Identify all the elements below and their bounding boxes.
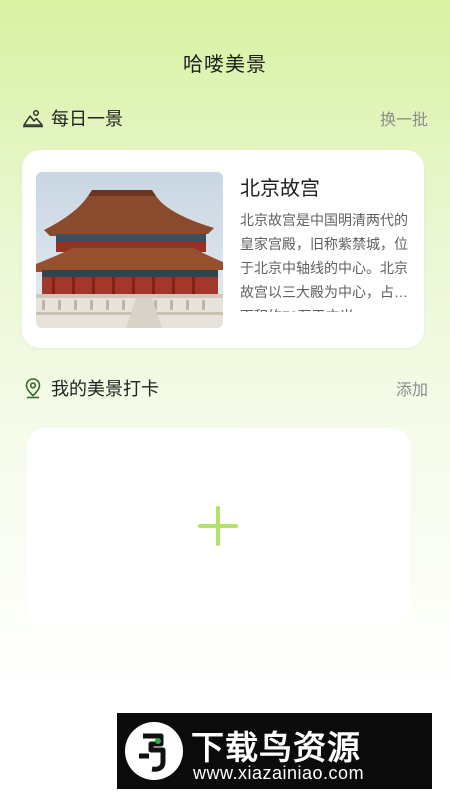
scenery-name: 北京故宫 xyxy=(240,178,320,200)
checkin-header: 我的美景打卡 添加 xyxy=(22,374,428,402)
daily-scenery-title-group: 每日一景 xyxy=(22,105,123,131)
checkin-title-group: 我的美景打卡 xyxy=(22,375,159,401)
bird-logo-icon xyxy=(125,722,183,780)
checkin-label: 我的美景打卡 xyxy=(51,379,159,399)
watermark-brand: 下载鸟资源 xyxy=(191,729,361,766)
plus-icon xyxy=(198,506,238,546)
page-title: 哈喽美景 xyxy=(183,54,267,76)
forbidden-city-photo xyxy=(36,172,223,328)
app-header: 哈喽美景 xyxy=(0,48,450,77)
watermark-url: www.xiazainiao.com xyxy=(193,763,365,783)
refresh-batch-button[interactable]: 换一批 xyxy=(380,106,428,130)
location-pin-icon xyxy=(22,377,44,399)
mountain-icon xyxy=(22,107,44,129)
add-checkin-button[interactable]: 添加 xyxy=(396,376,428,400)
scenery-description: 北京故宫是中国明清两代的皇家宫殿，旧称紫禁城，位于北京中轴线的中心。北京故宫以三… xyxy=(240,212,408,312)
daily-scenery-label: 每日一景 xyxy=(51,109,123,129)
daily-scenery-card[interactable]: 北京故宫 北京故宫是中国明清两代的皇家宫殿，旧称紫禁城，位于北京中轴线的中心。北… xyxy=(22,150,424,348)
daily-scenery-header: 每日一景 换一批 xyxy=(22,104,428,132)
add-checkin-card[interactable] xyxy=(27,428,410,626)
watermark-banner: 下载鸟资源 www.xiazainiao.com xyxy=(117,713,432,789)
